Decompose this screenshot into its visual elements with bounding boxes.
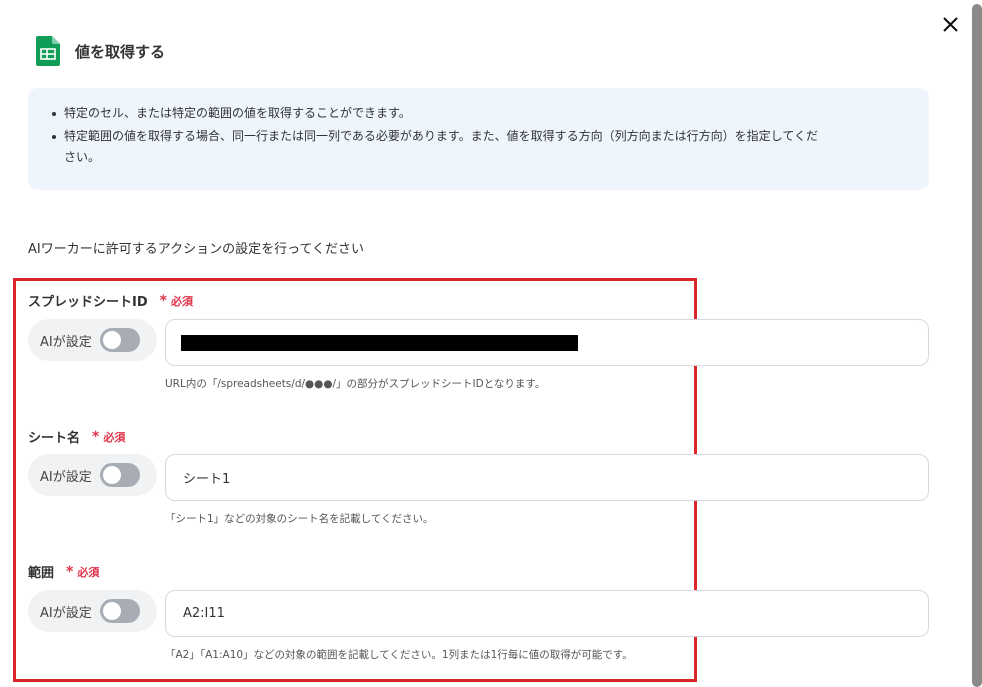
input-value: A2:I11 bbox=[183, 606, 225, 621]
info-box: 特定のセル、または特定の範囲の値を取得することができます。 特定範囲の値を取得す… bbox=[28, 88, 929, 190]
toggle-switch[interactable] bbox=[99, 328, 140, 352]
field-hint: URL内の「/spreadsheets/d/●●●/」の部分がスプレッドシートI… bbox=[165, 378, 546, 390]
asterisk-icon: * bbox=[92, 428, 100, 445]
toggle-switch[interactable] bbox=[99, 463, 140, 487]
input-value: シート1 bbox=[183, 472, 231, 487]
ai-toggle-label: AIが設定 bbox=[40, 605, 92, 621]
toggle-knob bbox=[102, 466, 121, 484]
field-label: スプレッドシートID * 必須 bbox=[28, 292, 193, 311]
toggle-knob bbox=[102, 331, 121, 349]
field-range: 範囲 * 必須 bbox=[28, 562, 100, 582]
ai-toggle-label: AIが設定 bbox=[40, 469, 92, 485]
section-intro: AIワーカーに許可するアクションの設定を行ってください bbox=[28, 242, 365, 257]
scrollbar-thumb[interactable] bbox=[972, 4, 982, 687]
google-sheets-icon bbox=[36, 36, 60, 66]
required-badge: * 必須 bbox=[92, 428, 126, 445]
required-badge: * 必須 bbox=[159, 292, 193, 309]
required-badge: * 必須 bbox=[66, 563, 100, 580]
page-header: 値を取得する bbox=[36, 36, 165, 66]
ai-toggle-spreadsheet-id[interactable]: AIが設定 bbox=[28, 319, 157, 361]
field-spreadsheet-id: スプレッドシートID * 必須 bbox=[28, 291, 193, 311]
page-title: 値を取得する bbox=[75, 42, 166, 61]
field-hint: 「シート1」などの対象のシート名を記載してください。 bbox=[165, 513, 434, 525]
spreadsheet-id-input[interactable] bbox=[165, 319, 929, 366]
ai-toggle-range[interactable]: AIが設定 bbox=[28, 590, 157, 632]
range-input[interactable]: A2:I11 bbox=[165, 590, 929, 637]
field-label: 範囲 * 必須 bbox=[28, 563, 100, 582]
toggle-knob bbox=[102, 602, 121, 620]
info-item: 特定のセル、または特定の範囲の値を取得することができます。 bbox=[52, 103, 907, 124]
field-label: シート名 * 必須 bbox=[28, 428, 126, 447]
ai-toggle-sheet-name[interactable]: AIが設定 bbox=[28, 454, 157, 496]
close-icon bbox=[943, 17, 958, 32]
asterisk-icon: * bbox=[159, 292, 167, 309]
redacted-value bbox=[181, 334, 578, 351]
asterisk-icon: * bbox=[66, 563, 74, 580]
sheet-name-input[interactable]: シート1 bbox=[165, 454, 929, 501]
field-hint: 「A2」「A1:A10」などの対象の範囲を記載してください。1列または1行毎に値… bbox=[165, 649, 633, 661]
info-item: 特定範囲の値を取得する場合、同一行または同一列である必要があります。また、値を取… bbox=[52, 126, 907, 168]
close-button[interactable] bbox=[940, 14, 962, 36]
ai-toggle-label: AIが設定 bbox=[40, 334, 92, 350]
field-sheet-name: シート名 * 必須 bbox=[28, 427, 126, 447]
toggle-switch[interactable] bbox=[99, 599, 140, 623]
